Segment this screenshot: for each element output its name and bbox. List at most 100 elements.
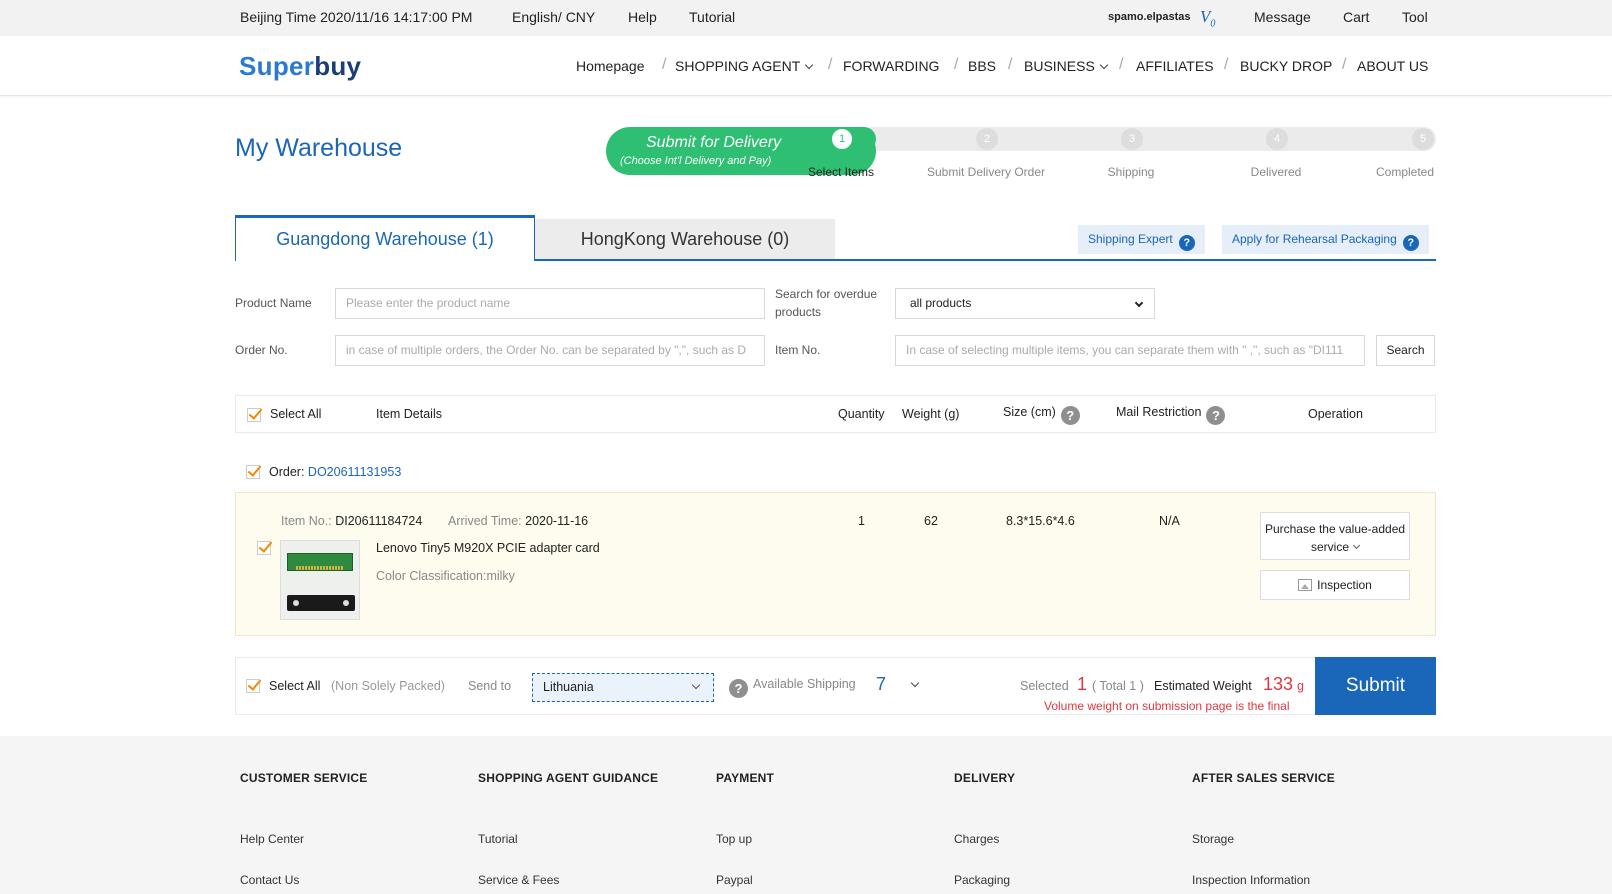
logo-part-buy: buy [314,51,362,81]
product-image[interactable] [280,540,360,620]
destination-country-select[interactable]: Lithuania [532,673,714,702]
page-title: My Warehouse [235,134,403,162]
rehearsal-packaging-button[interactable]: Apply for Rehearsal Packaging? [1222,225,1429,254]
nav-bbs[interactable]: BBS [968,58,996,74]
overdue-label-line1: Search for overdue [775,287,878,301]
footer-link-top-up[interactable]: Top up [716,832,752,846]
order-number-link[interactable]: DO20611131953 [308,465,401,479]
item-details-header: Item Details [376,407,442,421]
footer-heading-after-sales-service: AFTER SALES SERVICE [1192,771,1335,785]
language-currency-link[interactable]: English/ CNY [512,9,595,25]
footer-link-service-fees[interactable]: Service & Fees [478,873,559,887]
cart-link[interactable]: Cart [1343,9,1369,25]
overdue-label-line2: products [775,305,822,319]
question-icon[interactable]: ? [1206,406,1226,425]
chevron-down-icon [1134,298,1144,308]
footer-link-storage[interactable]: Storage [1192,832,1234,846]
item-number-label: Item No.: [281,514,332,528]
arrived-time: Arrived Time: 2020-11-16 [448,514,588,528]
item-number-value: DI20611184724 [335,514,423,528]
footer [0,736,1612,894]
nav-business-label: BUSINESS [1024,58,1095,74]
superbuy-logo[interactable]: Superbuy [239,51,361,82]
step-1-label: Select Items [807,165,875,179]
item-no-label: Item No. [775,343,821,357]
nav-separator: / [1008,56,1013,73]
nav-separator: / [1119,56,1124,73]
estimated-weight-label: Estimated Weight [1154,679,1252,693]
nav-forwarding[interactable]: FORWARDING [843,58,939,74]
footer-link-contact-us[interactable]: Contact Us [240,873,299,887]
order-label-prefix: Order: [269,465,305,479]
arrived-time-label: Arrived Time: [448,514,522,528]
item-number: Item No.: DI20611184724 [281,514,422,528]
quantity-header: Quantity [838,407,885,421]
nav-homepage[interactable]: Homepage [576,58,645,74]
footer-link-help-center[interactable]: Help Center [240,832,304,846]
footer-link-paypal[interactable]: Paypal [716,873,753,887]
chevron-down-icon [1099,60,1109,70]
vip-level-icon[interactable]: V0 [1200,7,1215,29]
help-link[interactable]: Help [628,9,657,25]
username-link[interactable]: spamo.elpastas [1108,11,1191,23]
product-name[interactable]: Lenovo Tiny5 M920X PCIE adapter card [376,541,600,555]
footer-link-packaging[interactable]: Packaging [954,873,1010,887]
product-name-input[interactable]: Please enter the product name [335,288,765,319]
nav-separator: / [1342,56,1347,73]
size-header-label: Size (cm) [1003,405,1056,419]
nav-about-us[interactable]: ABOUT US [1357,58,1428,74]
nav-bucky-drop[interactable]: BUCKY DROP [1240,58,1332,74]
submit-button[interactable]: Submit [1315,657,1436,715]
bottom-select-all-checkbox[interactable] [246,679,260,693]
step-5-label: Completed [1375,165,1435,179]
question-icon: ? [1402,235,1419,251]
mail-restriction-header: Mail Restriction? [1116,405,1226,425]
operation-header: Operation [1308,407,1363,421]
footer-heading-delivery: DELIVERY [954,771,1016,785]
footer-link-inspection-information[interactable]: Inspection Information [1192,873,1310,887]
main-header: Superbuy Homepage / SHOPPING AGENT / FOR… [0,36,1612,96]
select-all-checkbox[interactable] [247,408,261,422]
chevron-down-icon [1352,541,1361,550]
tutorial-link[interactable]: Tutorial [689,9,735,25]
shipping-expert-button[interactable]: Shipping Expert? [1078,225,1205,254]
order-label: Order: DO20611131953 [269,465,401,479]
available-shipping[interactable]: ? Available Shipping [729,677,856,698]
item-size: 8.3*15.6*4.6 [1006,514,1075,528]
search-button[interactable]: Search [1376,335,1435,366]
tab-guangdong-warehouse[interactable]: Guangdong Warehouse (1) [235,215,535,261]
gold-contacts [296,566,344,570]
nav-shopping-agent[interactable]: SHOPPING AGENT [675,58,814,74]
step-progress-track [860,127,1436,151]
order-checkbox[interactable] [246,465,260,479]
footer-link-tutorial[interactable]: Tutorial [478,832,518,846]
destination-country-value: Lithuania [543,680,594,694]
tab-underline [535,259,1436,261]
available-shipping-label: Available Shipping [753,677,856,691]
footer-link-charges[interactable]: Charges [954,832,999,846]
nav-affiliates[interactable]: AFFILIATES [1136,58,1214,74]
available-shipping-count[interactable]: 7 [876,674,886,695]
beijing-time: Beijing Time 2020/11/16 14:17:00 PM [240,9,473,25]
tool-link[interactable]: Tool [1402,9,1428,25]
item-checkbox[interactable] [257,541,271,555]
tab-hongkong-warehouse[interactable]: HongKong Warehouse (0) [535,219,835,259]
non-solely-packed-label: (Non Solely Packed) [331,679,445,693]
item-no-input[interactable]: In case of selecting multiple items, you… [895,335,1365,366]
logo-part-super: Super [239,51,315,81]
shipping-expert-label: Shipping Expert [1088,232,1173,246]
estimated-weight-value: 133 [1263,674,1294,694]
nav-separator: / [662,56,667,73]
message-link[interactable]: Message [1254,9,1311,25]
inspection-button[interactable]: Inspection [1260,570,1410,600]
order-no-label: Order No. [235,343,288,357]
value-added-service-button[interactable]: Purchase the value-added service [1260,512,1410,560]
step-3-label: Shipping [1107,165,1155,179]
order-no-input[interactable]: in case of multiple orders, the Order No… [335,335,765,366]
rehearsal-packaging-label: Apply for Rehearsal Packaging [1232,232,1397,246]
product-name-label: Product Name [235,296,312,310]
chevron-down-icon [805,60,814,70]
question-icon[interactable]: ? [1060,406,1080,425]
overdue-products-select[interactable]: all products [895,288,1155,319]
nav-business[interactable]: BUSINESS [1024,58,1109,74]
